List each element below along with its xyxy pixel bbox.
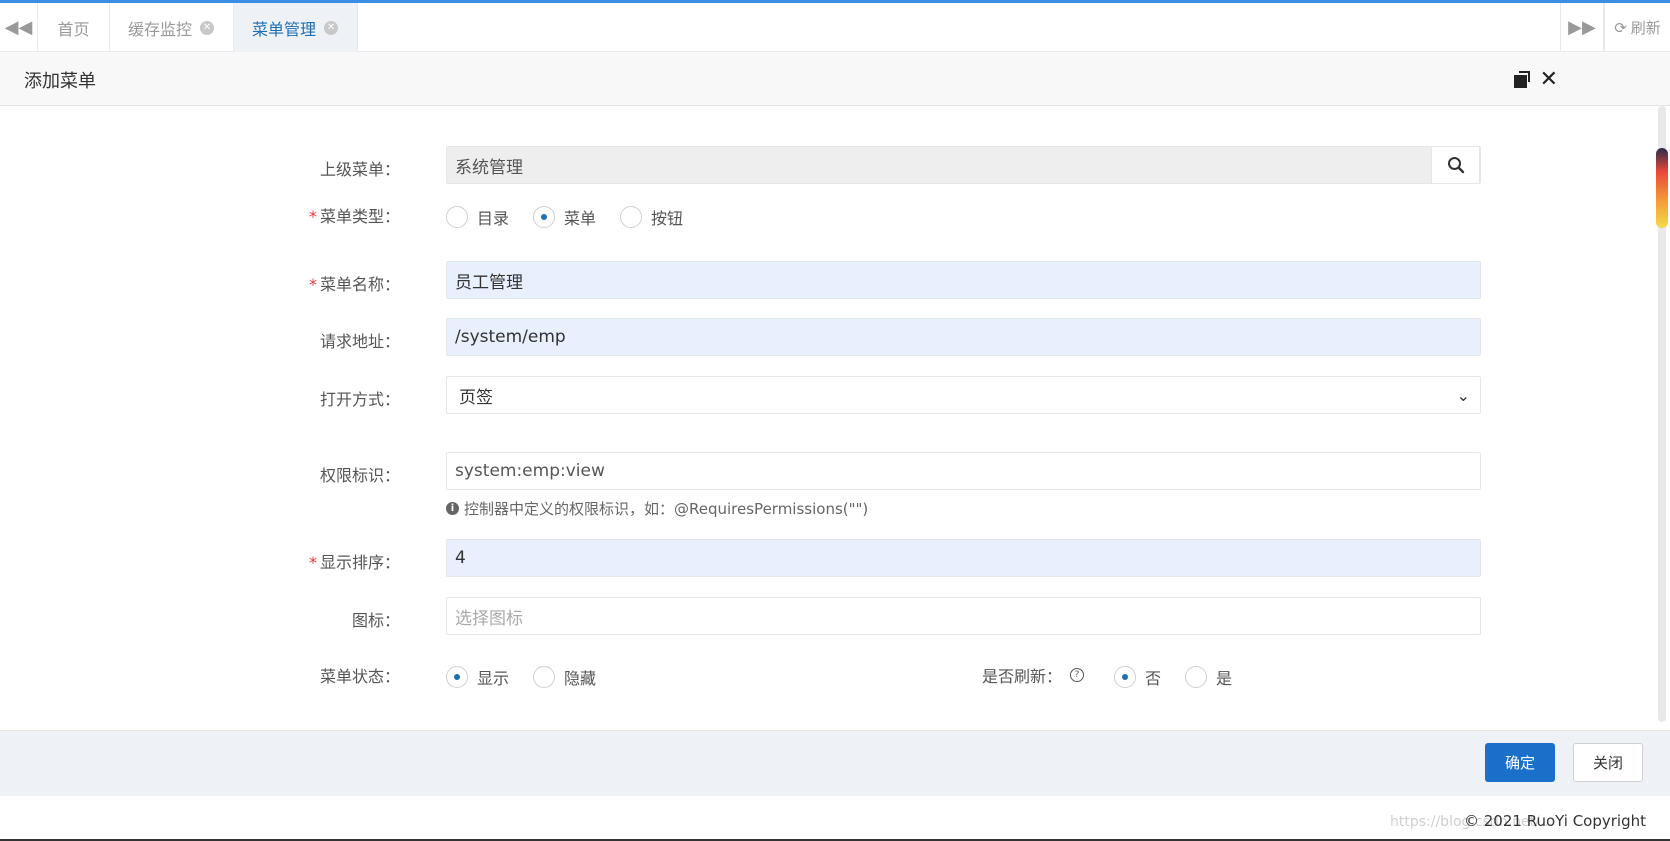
permission-help-text: i 控制器中定义的权限标识，如：@RequiresPermissions("")	[446, 498, 868, 519]
tab-close-icon[interactable]: ✕	[324, 20, 339, 35]
request-url-label: 请求地址：	[319, 332, 400, 351]
menu-status-radio-visible[interactable]: 显示	[446, 665, 509, 689]
menu-name-input[interactable]: 员工管理	[446, 261, 1481, 299]
tab-label: 缓存监控	[128, 19, 193, 39]
parent-menu-value: 系统管理	[455, 157, 523, 178]
menu-type-radio-group: 目录 菜单 按钮	[446, 205, 707, 229]
info-icon: i	[446, 502, 459, 515]
parent-menu-input[interactable]: 系统管理	[446, 146, 1481, 184]
permission-input[interactable]: system:emp:view	[446, 452, 1481, 490]
help-question-icon[interactable]: ?	[1070, 668, 1085, 682]
refresh-button[interactable]: ⟳ 刷新	[1604, 3, 1670, 52]
icon-select-input[interactable]: 选择图标	[446, 597, 1481, 635]
menu-status-radio-group: 显示 隐藏	[446, 665, 620, 689]
parent-menu-search-button[interactable]	[1431, 146, 1480, 184]
tab-scroll-right-button[interactable]: ▶▶	[1560, 3, 1604, 52]
menu-name-label: * 菜单名称：	[308, 275, 400, 294]
request-url-input[interactable]: /system/emp	[446, 318, 1481, 356]
tab-close-icon[interactable]: ✕	[200, 20, 215, 35]
menu-type-label: * 菜单类型：	[308, 207, 400, 226]
icon-label: 图标：	[351, 611, 400, 630]
display-order-label: * 显示排序：	[308, 553, 400, 572]
refresh-radio-group: 否 是	[1114, 665, 1256, 689]
chevron-down-icon: ⌄	[1456, 386, 1470, 405]
menu-type-radio-directory[interactable]: 目录	[446, 205, 509, 229]
dialog-title: 添加菜单	[24, 71, 96, 92]
maximize-icon[interactable]	[1514, 71, 1532, 89]
refresh-radio-no[interactable]: 否	[1114, 665, 1161, 689]
copyright-text: © 2021 RuoYi Copyright	[1464, 812, 1646, 830]
tab-home[interactable]: 首页	[38, 3, 110, 52]
menu-type-radio-menu[interactable]: 菜单	[533, 205, 596, 229]
menu-status-radio-hidden[interactable]: 隐藏	[533, 665, 596, 689]
tab-cache-monitor[interactable]: 缓存监控 ✕	[110, 3, 234, 52]
tab-menu-management[interactable]: 菜单管理 ✕	[234, 3, 358, 52]
tab-label: 首页	[57, 19, 90, 39]
search-icon	[1447, 157, 1464, 174]
open-target-select[interactable]: 页签 ⌄	[446, 376, 1481, 414]
refresh-radio-yes[interactable]: 是	[1185, 665, 1232, 689]
confirm-button[interactable]: 确定	[1485, 743, 1555, 782]
tab-bar: ◀◀ 首页 缓存监控 ✕ 菜单管理 ✕ ▶▶ ⟳ 刷新	[0, 3, 1670, 52]
dialog-body	[0, 106, 1670, 730]
scrollbar-thumb[interactable]	[1656, 148, 1668, 228]
refresh-option-label: 是否刷新： ?	[982, 663, 1085, 687]
dialog-header: 添加菜单 ✕	[0, 52, 1670, 106]
close-button[interactable]: 关闭	[1573, 743, 1643, 782]
open-target-label: 打开方式：	[319, 390, 400, 409]
double-chevron-right-icon: ▶▶	[1568, 17, 1596, 38]
tab-scroll-left-button[interactable]: ◀◀	[0, 3, 38, 52]
menu-type-radio-button[interactable]: 按钮	[620, 205, 683, 229]
menu-status-label: 菜单状态：	[319, 667, 400, 686]
tab-label: 菜单管理	[252, 19, 317, 39]
double-chevron-left-icon: ◀◀	[4, 17, 33, 38]
close-icon[interactable]: ✕	[1540, 67, 1558, 92]
refresh-icon: ⟳	[1614, 18, 1627, 37]
refresh-label: 刷新	[1630, 19, 1661, 37]
permission-label: 权限标识：	[319, 466, 400, 485]
dialog-footer	[0, 730, 1670, 796]
parent-menu-label: 上级菜单：	[319, 160, 400, 179]
display-order-input[interactable]: 4	[446, 539, 1481, 577]
